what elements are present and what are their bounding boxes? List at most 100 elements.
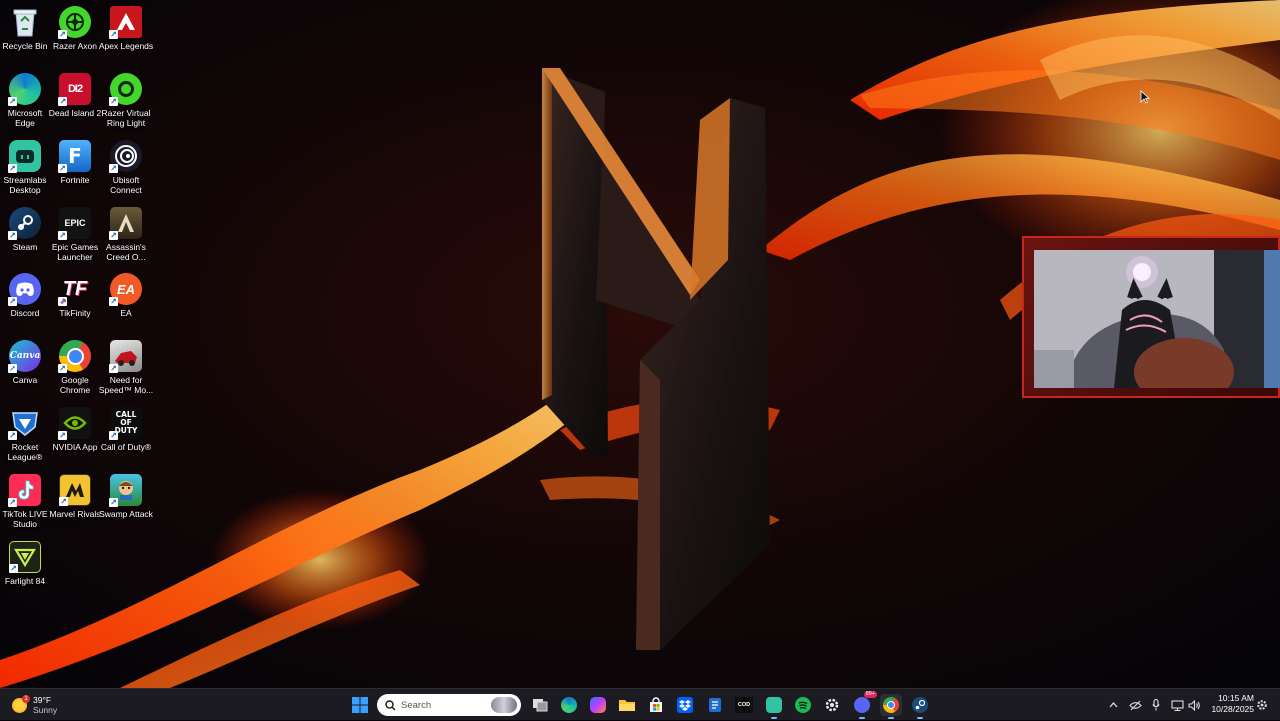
desktop-icon-label: Assassin's Creed O...	[106, 242, 146, 262]
call-of-duty-icon: CALL OF DUTY ↗	[109, 407, 142, 440]
desktop-icon-label: Discord	[10, 308, 40, 318]
taskbar-copilot[interactable]	[587, 694, 609, 716]
desktop-icon-fortnite[interactable]: F ↗ Fortnite	[50, 136, 100, 200]
weather-widget[interactable]: 1 39°F Sunny	[12, 693, 57, 717]
desktop-icon-recycle-bin[interactable]: Recycle Bin	[0, 2, 50, 66]
desktop-icon-discord[interactable]: ↗ Discord	[0, 269, 50, 333]
desktop-icon-label: Ubisoft Connect	[110, 175, 142, 195]
recycle-bin-icon	[9, 6, 41, 38]
desktop-icon-call-of-duty[interactable]: CALL OF DUTY ↗ Call of Duty®	[101, 403, 151, 467]
desktop-icon-farlight[interactable]: ↗ Farlight 84	[0, 537, 50, 601]
desktop-icon-need-for-speed[interactable]: ↗ Need for Speed™ Mo...	[99, 336, 153, 400]
taskbar-chrome[interactable]	[880, 694, 902, 719]
desktop-icon-ring-light[interactable]: ↗ Razer Virtual Ring Light	[101, 69, 151, 133]
desktop-icon-label: Streamlabs Desktop	[3, 175, 47, 195]
desktop-icon-label: EA	[120, 308, 132, 318]
desktop-icon-streamlabs[interactable]: ↗ Streamlabs Desktop	[0, 136, 50, 200]
taskbar-streamlabs[interactable]	[763, 694, 785, 719]
speaker-icon	[1187, 699, 1200, 711]
desktop-icon-canva[interactable]: Canva ↗ Canva	[0, 336, 50, 400]
microphone-icon	[1152, 699, 1160, 711]
desktop-icon-steam[interactable]: ↗ Steam	[0, 203, 50, 267]
nvidia-icon: ↗	[58, 407, 91, 440]
taskbar-task-view[interactable]	[529, 694, 551, 716]
start-button[interactable]	[349, 694, 371, 716]
weather-text: 39°F Sunny	[33, 695, 57, 715]
desktop-icon-tikfinity[interactable]: TF ↗ TikFinity	[50, 269, 100, 333]
chrome-icon	[883, 697, 899, 713]
taskbar-spotify[interactable]	[792, 694, 814, 716]
windows-logo-icon	[352, 697, 368, 713]
network-icon	[1170, 699, 1184, 711]
canva-icon: Canva ↗	[8, 340, 41, 373]
clock-time: 10:15 AM	[1218, 693, 1254, 703]
desktop-icon-tiktok-live[interactable]: ↗ TikTok LIVE Studio	[0, 470, 50, 534]
desktop-icon-dead-island[interactable]: DI2 ↗ Dead Island 2	[49, 69, 101, 133]
desktop-icon-label: Razer Virtual Ring Light	[101, 108, 151, 128]
chevron-up-icon	[1109, 702, 1117, 708]
taskbar-microsoft-store[interactable]	[645, 694, 667, 716]
marvel-rivals-icon: ↗	[59, 474, 91, 506]
taskbar-steam[interactable]	[909, 694, 931, 719]
search-icon	[385, 699, 396, 711]
copilot-icon	[590, 697, 606, 713]
taskbar-call-of-duty[interactable]: COD	[733, 694, 755, 716]
desktop-icon-assassins-creed[interactable]: ↗ Assassin's Creed O...	[101, 203, 151, 267]
desktop-icon-label: Google Chrome	[59, 375, 91, 395]
taskbar: 1 39°F Sunny COD	[0, 688, 1280, 720]
desktop-icon-marvel-rivals[interactable]: ↗ Marvel Rivals	[49, 470, 101, 534]
desktop-icon-swamp-attack[interactable]: ↗ Swamp Attack	[99, 470, 153, 534]
desktop-icon-rocket-league[interactable]: ↗ Rocket League®	[0, 403, 50, 467]
ubisoft-icon: ↗	[109, 140, 142, 173]
desktop-icon-label: TikFinity	[59, 308, 91, 318]
weather-badge: 1	[22, 695, 30, 703]
taskbar-settings[interactable]	[821, 694, 843, 716]
tray-network[interactable]	[1168, 689, 1186, 721]
tray-volume[interactable]	[1186, 689, 1202, 721]
desktop-icon-ea[interactable]: EA ↗ EA	[101, 269, 151, 333]
webcam-feed	[1034, 250, 1280, 388]
search-input[interactable]	[401, 699, 491, 711]
tray-microphone[interactable]	[1149, 689, 1163, 721]
epic-games-icon: EPIC ↗	[58, 207, 91, 240]
tray-notification-off[interactable]	[1126, 689, 1144, 721]
desktop-icon-label: NVIDIA App	[52, 442, 98, 452]
desktop-icon-label: Farlight 84	[4, 576, 46, 586]
spotify-icon	[795, 697, 811, 713]
desktop-icon-ubisoft[interactable]: ↗ Ubisoft Connect	[101, 136, 151, 200]
desktop-icon-microsoft-edge[interactable]: ↗ Microsoft Edge	[0, 69, 50, 133]
weather-temp: 39°F	[33, 695, 52, 705]
streamlabs-icon: ↗	[8, 140, 41, 173]
tikfinity-icon: TF ↗	[58, 277, 88, 306]
taskbar-edge[interactable]	[558, 694, 580, 716]
notification-settings-icon	[1257, 700, 1267, 710]
eye-off-icon	[1128, 700, 1142, 710]
chrome-icon: ↗	[58, 340, 91, 373]
tray-overflow-button[interactable]	[1105, 689, 1121, 721]
taskbar-file-explorer[interactable]	[616, 694, 638, 716]
taskbar-discord[interactable]: 99+	[851, 691, 877, 719]
desktop-icon-label: Call of Duty®	[100, 442, 152, 452]
desktop-icon-epic-games[interactable]: EPIC ↗ Epic Games Launcher	[50, 203, 100, 267]
taskbar-dropbox[interactable]	[674, 694, 696, 716]
canva-glyph: Canva	[9, 351, 41, 361]
search-highlight-icon	[491, 697, 517, 713]
desktop-icon-google-chrome[interactable]: ↗ Google Chrome	[50, 336, 100, 400]
desktop-icon-label: Canva	[12, 375, 38, 385]
steam-icon: ↗	[8, 207, 41, 240]
desktop-icon-label: Razer Axon	[53, 41, 97, 51]
taskbar-clock[interactable]: 10:15 AM 10/28/2025	[1204, 693, 1254, 715]
desktop-icon-label: TikTok LIVE Studio	[2, 509, 48, 529]
taskbar-app[interactable]	[704, 694, 726, 716]
tray-notifications[interactable]	[1254, 689, 1270, 721]
tiktok-live-icon: ↗	[8, 474, 41, 507]
discord-icon	[854, 697, 870, 713]
task-view-icon	[533, 699, 548, 712]
desktop-icon-nvidia[interactable]: ↗ NVIDIA App	[50, 403, 100, 467]
desktop-icon-apex-legends[interactable]: ↗ Apex Legends	[99, 2, 153, 66]
assassins-creed-icon: ↗	[109, 207, 142, 240]
desktop-icon-label: Epic Games Launcher	[51, 242, 99, 262]
desktop-icon-razer-axon[interactable]: ↗ Razer Axon	[50, 2, 100, 66]
taskbar-search[interactable]	[377, 694, 521, 716]
app-icon	[709, 698, 721, 712]
